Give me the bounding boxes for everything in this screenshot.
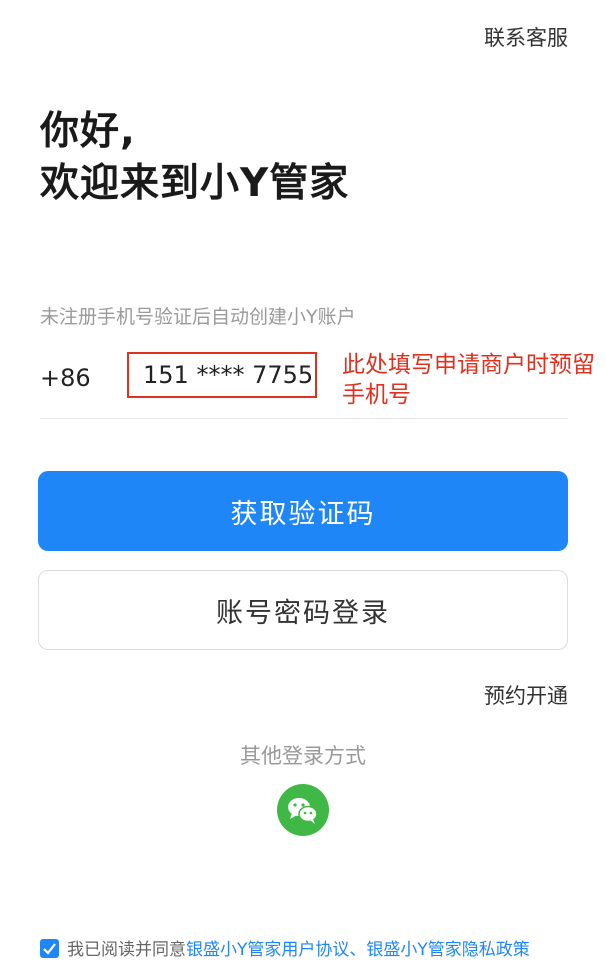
register-hint: 未注册手机号验证后自动创建小Y账户 <box>40 306 356 328</box>
contact-service-link[interactable]: 联系客服 <box>484 22 568 52</box>
user-agreement-link[interactable]: 银盛小Y管家用户协议 <box>186 940 349 960</box>
checkmark-icon <box>43 943 56 955</box>
phone-input[interactable] <box>127 352 317 398</box>
country-code[interactable]: +86 <box>40 364 91 392</box>
other-login-title: 其他登录方式 <box>240 744 366 768</box>
agreement-separator: 、 <box>349 940 367 960</box>
greeting: 你好, 欢迎来到小Y管家 <box>40 106 349 210</box>
greeting-line-1: 你好, <box>40 109 136 154</box>
agreement-row: 我已阅读并同意银盛小Y管家用户协议、银盛小Y管家隐私政策 <box>40 935 530 960</box>
password-login-button[interactable]: 账号密码登录 <box>38 570 568 650</box>
agreement-prefix: 我已阅读并同意 <box>67 940 186 960</box>
wechat-icon <box>288 798 318 824</box>
greeting-line-2: 欢迎来到小Y管家 <box>40 161 350 206</box>
wechat-login-button[interactable] <box>277 784 329 836</box>
phone-annotation: 此处填写申请商户时预留手机号 <box>342 352 595 408</box>
agreement-checkbox[interactable] <box>40 939 59 958</box>
reserve-link[interactable]: 预约开通 <box>484 680 568 710</box>
privacy-policy-link[interactable]: 银盛小Y管家隐私政策 <box>366 940 529 960</box>
get-code-button[interactable]: 获取验证码 <box>38 471 568 551</box>
